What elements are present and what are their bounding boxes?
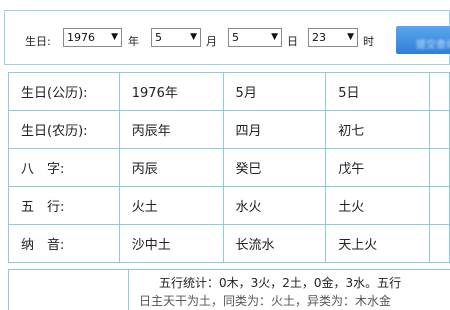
year-value: 1976 xyxy=(67,31,95,44)
table-cell: 水火 xyxy=(222,186,327,225)
table-cell: 戊午 xyxy=(325,148,431,187)
table-cell: 癸巳 xyxy=(222,148,327,187)
table-row: 八 字: 丙辰 癸巳 戊午 xyxy=(8,148,450,187)
table-cell: 土火 xyxy=(325,186,431,225)
hour-value: 23 xyxy=(312,31,326,44)
table-cell: 长流水 xyxy=(222,224,327,263)
table-row: 五 行: 火土 水火 土火 xyxy=(8,186,450,225)
day-value: 5 xyxy=(232,31,239,44)
table-cell: 丙辰 xyxy=(118,148,224,187)
dropdown-arrow-icon: ▼ xyxy=(111,32,118,42)
table-cell: 初七 xyxy=(325,110,431,149)
table-cell xyxy=(429,148,450,187)
hour-unit: 时 xyxy=(363,35,374,48)
table-cell: 火土 xyxy=(118,186,224,225)
row-label: 五 行: xyxy=(8,186,120,225)
table-row: 纳 音: 沙中土 长流水 天上火 xyxy=(8,224,450,263)
dropdown-arrow-icon: ▼ xyxy=(347,32,354,42)
table-cell: 四月 xyxy=(222,110,327,149)
table-row: 生日(公历): 1976年 5月 5日 xyxy=(8,72,450,111)
table-cell xyxy=(429,110,450,149)
table-cell xyxy=(429,72,450,111)
row-label: 生日(公历): xyxy=(8,72,120,111)
wuxing-count-text: 五行统计：0木，3火，2土，0金，3水。五行 xyxy=(159,276,402,290)
day-select[interactable]: 5 ▼ xyxy=(228,28,282,47)
submit-label: 提交查询 xyxy=(416,40,450,51)
row-label: 生日(农历): xyxy=(8,110,120,149)
birth-label: 生日: xyxy=(25,35,51,48)
year-select[interactable]: 1976 ▼ xyxy=(63,28,122,47)
birth-date-form: 生日: 1976 ▼ 年 5 ▼ 月 5 ▼ 日 23 ▼ 时 提交查询 xyxy=(4,10,450,65)
day-master-text: 日主天干为土，同类为：火土，异类为：木水金 xyxy=(139,294,392,308)
dropdown-arrow-icon: ▼ xyxy=(190,32,197,42)
table-cell xyxy=(429,186,450,225)
table-cell: 天上火 xyxy=(325,224,431,263)
table-cell: 5月 xyxy=(222,72,327,111)
wuxing-summary: 五行统计：0木，3火，2土，0金，3水。五行 日主天干为土，同类为：火土，异类为… xyxy=(8,269,450,310)
year-unit: 年 xyxy=(128,35,139,48)
row-label: 纳 音: xyxy=(8,224,120,263)
bazi-table: 生日(公历): 1976年 5月 5日 生日(农历): 丙辰年 四月 初七 八 … xyxy=(8,72,450,263)
month-value: 5 xyxy=(155,31,162,44)
row-label: 八 字: xyxy=(8,148,120,187)
divider xyxy=(128,270,129,310)
month-unit: 月 xyxy=(206,35,217,48)
submit-button[interactable]: 提交查询 xyxy=(396,26,450,54)
table-cell xyxy=(429,224,450,263)
dropdown-arrow-icon: ▼ xyxy=(271,32,278,42)
table-cell: 丙辰年 xyxy=(118,110,224,149)
table-cell: 1976年 xyxy=(118,72,224,111)
day-unit: 日 xyxy=(287,35,298,48)
hour-select[interactable]: 23 ▼ xyxy=(308,28,358,47)
month-select[interactable]: 5 ▼ xyxy=(151,28,201,47)
table-cell: 5日 xyxy=(325,72,431,111)
table-cell: 沙中土 xyxy=(118,224,224,263)
table-row: 生日(农历): 丙辰年 四月 初七 xyxy=(8,110,450,149)
